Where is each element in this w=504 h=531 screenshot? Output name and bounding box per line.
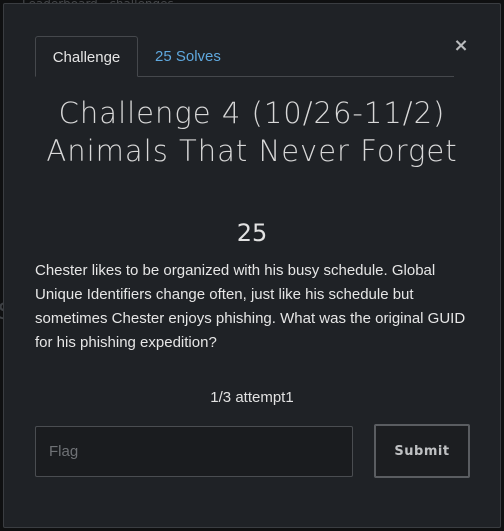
challenge-points: 25 [236,219,268,247]
attempts-counter: 1/3 attempt1 [210,389,294,406]
tab-solves[interactable]: 25 Solves [155,36,221,76]
tab-challenge[interactable]: Challenge [35,36,138,77]
flag-input[interactable] [35,426,353,477]
challenge-tabs: Challenge 25 Solves [35,36,454,77]
submit-button[interactable]: Submit [374,424,470,478]
challenge-description: Chester likes to be organized with his b… [35,262,466,351]
close-icon[interactable]: × [452,37,470,55]
challenge-title: Challenge 4 (10/26-11/2) Animals That Ne… [46,96,458,168]
